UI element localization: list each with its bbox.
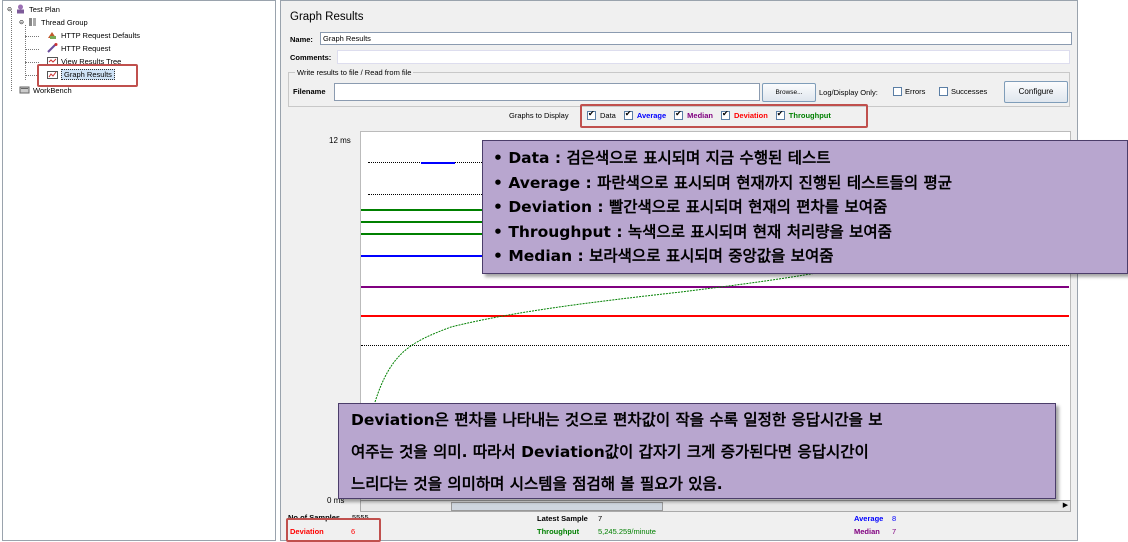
log-display-label: Log/Display Only: [819, 88, 878, 97]
file-section-title: Write results to file / Read from file [295, 68, 414, 77]
graphs-to-display-row: Graphs to Display [509, 111, 569, 120]
tree-label: Thread Group [41, 17, 88, 27]
comments-label: Comments: [290, 53, 332, 62]
callout-legend-line: • Deviation : 빨간색으로 표시되며 현재의 편차를 보여줌 [493, 198, 888, 216]
sampler-icon [47, 43, 58, 53]
y-max-label: 12 ms [329, 136, 351, 145]
average-label: Average [854, 514, 884, 523]
callout-legend-line: • Average : 파란색으로 표시되며 현재까지 진행된 테스트들의 평균 [493, 174, 953, 192]
median-label: Median [854, 527, 880, 536]
callout-note-line: 느리다는 것을 의미하며 시스템을 점검해 볼 필요가 있음. [351, 475, 723, 493]
latest-sample-value: 7 [598, 514, 603, 523]
name-label: Name: [290, 35, 313, 44]
callout-term: Deviation [508, 198, 592, 216]
latest-sample-label: Latest Sample [537, 514, 588, 523]
callout-term: Average [508, 174, 581, 192]
tree-item-http-request-defaults[interactable]: HTTP Request Defaults [47, 30, 140, 40]
median-value: 7 [892, 527, 897, 536]
callout-term: Data [508, 149, 550, 167]
legend-explanation-callout: • Data : 검은색으로 표시되며 지금 수행된 테스트 • Average… [482, 140, 1128, 274]
throughput-label: Throughput [537, 527, 580, 536]
tree-label: HTTP Request Defaults [61, 30, 141, 40]
successes-checkbox[interactable] [939, 87, 948, 96]
throughput-value: 5,245.259/minute [598, 527, 656, 536]
graph-results-highlight [37, 64, 138, 87]
scroll-thumb[interactable] [451, 502, 663, 511]
name-field[interactable]: Graph Results [320, 32, 1072, 45]
callout-desc: : 파란색으로 표시되며 현재까지 진행된 테스트들의 평균 [580, 174, 953, 192]
callout-note-line: Deviation은 편차를 나타내는 것으로 편차값이 작을 수록 일정한 응… [351, 411, 883, 429]
tree-item-thread-group[interactable]: ⊖ Thread Group [19, 17, 88, 27]
callout-term: Throughput [508, 223, 611, 241]
graphs-to-display-highlight [580, 104, 868, 128]
callout-desc: : 검은색으로 표시되며 지금 수행된 테스트 [549, 149, 831, 167]
tree-item-test-plan[interactable]: ⊖ Test Plan [7, 4, 60, 14]
panel-title: Graph Results [290, 11, 364, 23]
callout-legend-line: • Throughput : 녹색으로 표시되며 현재 처리량을 보여줌 [493, 223, 892, 241]
comments-field[interactable] [337, 50, 1070, 64]
callout-desc: : 빨간색으로 표시되며 현재의 편차를 보여줌 [591, 198, 888, 216]
tree-label: Test Plan [29, 4, 60, 14]
graph-horizontal-scrollbar[interactable]: ▶ [360, 500, 1071, 512]
successes-label: Successes [951, 87, 988, 96]
average-value: 8 [892, 514, 897, 523]
callout-desc: : 녹색으로 표시되며 현재 처리량을 보여줌 [610, 223, 892, 241]
errors-option[interactable]: Errors [893, 87, 925, 96]
callout-legend-line: • Data : 검은색으로 표시되며 지금 수행된 테스트 [493, 149, 831, 167]
browse-button[interactable]: Browse... [762, 83, 816, 102]
filename-label: Filename [293, 87, 326, 96]
callout-term: Median [508, 247, 573, 265]
thread-group-icon [29, 18, 37, 26]
errors-checkbox[interactable] [893, 87, 902, 96]
tree-item-http-request[interactable]: HTTP Request [47, 43, 110, 53]
config-element-icon [48, 32, 56, 39]
configure-button[interactable]: Configure [1004, 81, 1068, 103]
scroll-right-arrow[interactable]: ▶ [1061, 501, 1070, 511]
deviation-status-highlight [286, 518, 381, 542]
callout-desc: : 보라색으로 표시되며 중앙값을 보여줌 [572, 247, 834, 265]
tree-label: HTTP Request [61, 43, 111, 53]
graphs-to-display-label: Graphs to Display [509, 111, 569, 120]
callout-note-line: 여주는 것을 의미. 따라서 Deviation값이 갑자기 크게 증가된다면 … [351, 443, 869, 461]
successes-option[interactable]: Successes [939, 87, 987, 96]
deviation-note-callout: Deviation은 편차를 나타내는 것으로 편차값이 작을 수록 일정한 응… [338, 403, 1056, 499]
filename-field[interactable] [334, 83, 760, 101]
callout-legend-line: • Median : 보라색으로 표시되며 중앙값을 보여줌 [493, 247, 834, 265]
test-plan-icon [17, 4, 25, 14]
errors-label: Errors [905, 87, 926, 96]
workbench-icon [19, 86, 30, 94]
